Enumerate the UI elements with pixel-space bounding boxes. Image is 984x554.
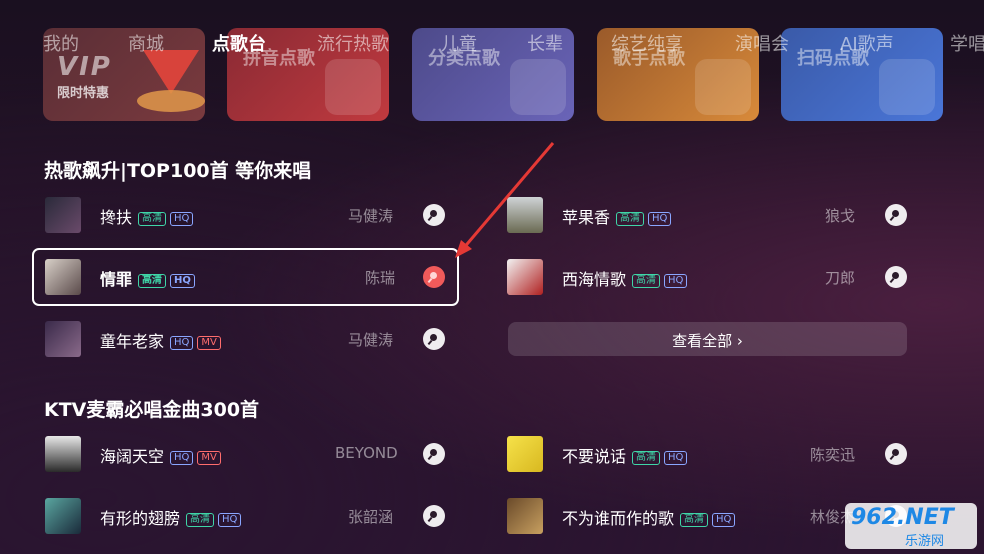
watermark-top: 962.NET	[851, 505, 954, 530]
watermark-bottom: 乐游网	[905, 534, 945, 549]
annotation-arrow-icon	[455, 142, 555, 258]
arrow-line	[460, 142, 555, 251]
watermark-logo: 962.NET 乐游网	[845, 503, 977, 549]
